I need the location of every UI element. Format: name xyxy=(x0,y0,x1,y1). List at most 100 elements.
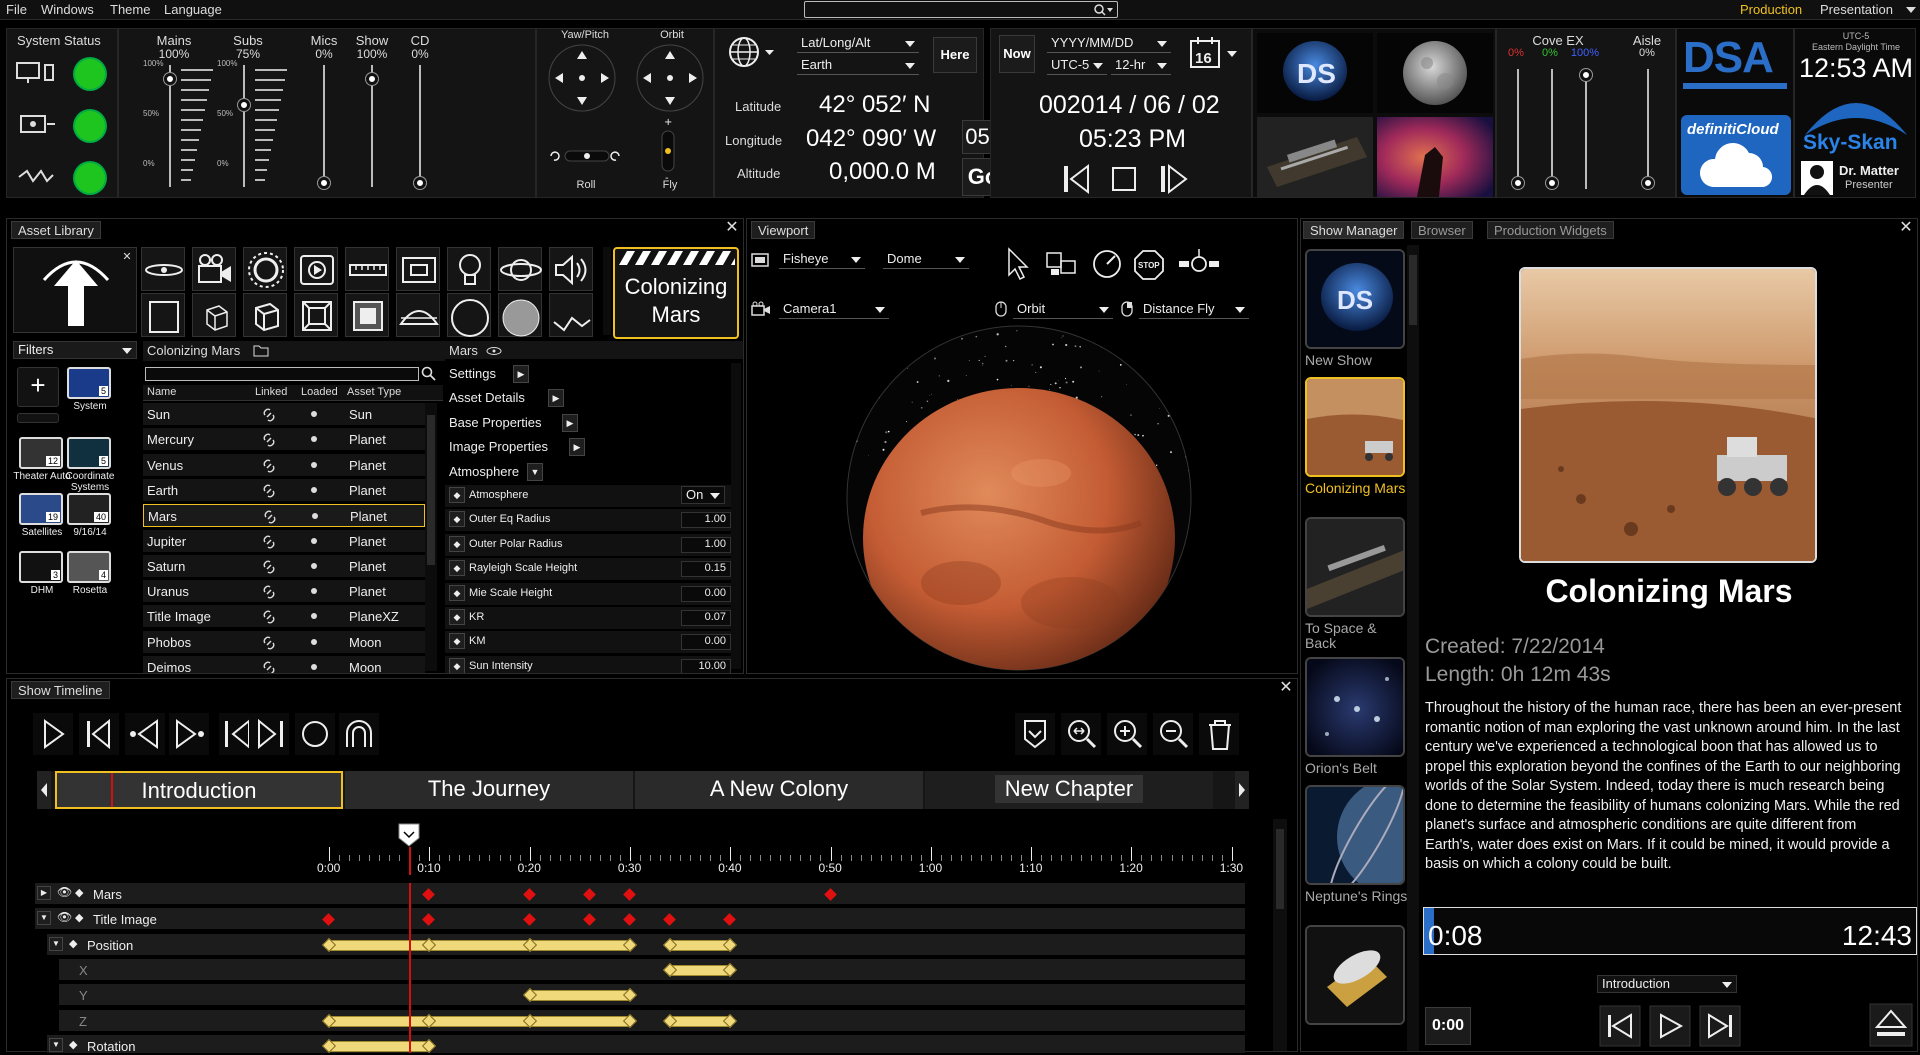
category-satellites[interactable]: 19 Satellites xyxy=(17,493,69,549)
key-segment[interactable] xyxy=(329,1040,430,1052)
nebula-tile[interactable] xyxy=(1377,117,1493,197)
now-button[interactable]: Now xyxy=(999,35,1035,73)
asset-row[interactable]: Phobos Moon xyxy=(143,630,425,654)
gauge-icon[interactable] xyxy=(1093,250,1121,278)
playhead-handle[interactable] xyxy=(398,823,420,847)
track-label-position[interactable]: ▼ ◆ Position xyxy=(47,933,325,956)
property-value[interactable]: 1.00 xyxy=(681,512,731,529)
iss-tile[interactable] xyxy=(1257,117,1373,197)
diamond-icon[interactable]: ◆ xyxy=(449,633,465,650)
show-name[interactable]: Neptune's Rings xyxy=(1305,889,1409,904)
property-value[interactable]: 10.00 xyxy=(681,658,731,673)
moon-tile[interactable] xyxy=(1377,33,1493,113)
chapter-prev-icon[interactable] xyxy=(37,771,51,809)
loop-icon[interactable] xyxy=(339,713,379,755)
diamond-icon[interactable]: ◆ xyxy=(449,535,465,552)
navigate-up-tile[interactable]: ✕ xyxy=(13,247,137,333)
cube-wire-icon[interactable] xyxy=(192,293,236,337)
column-loaded[interactable]: Loaded xyxy=(301,386,338,398)
coordinate-mode-dropdown[interactable]: Lat/Long/Alt xyxy=(797,35,919,53)
timeline-scrollbar[interactable] xyxy=(1273,819,1287,1051)
show-thumbnail-new-show[interactable]: DS xyxy=(1305,249,1405,349)
dome-icon[interactable] xyxy=(396,293,440,337)
date-format-dropdown[interactable]: YYYY/MM/DD xyxy=(1047,35,1171,53)
screen-frame-icon[interactable] xyxy=(396,247,440,291)
here-button[interactable]: Here xyxy=(933,37,977,73)
diamond-icon[interactable]: ◆ xyxy=(69,1038,77,1051)
sphere-icon[interactable] xyxy=(498,293,542,337)
show-thumbnail-to-space-back[interactable] xyxy=(1305,517,1405,617)
sun-icon[interactable] xyxy=(243,247,287,291)
collapse-icon[interactable]: ▼ xyxy=(49,1037,63,1052)
rewind-start-icon[interactable] xyxy=(79,713,119,755)
next-key-icon[interactable] xyxy=(169,713,209,755)
search-icon[interactable] xyxy=(421,366,437,382)
category-coordinate-systems[interactable]: 5 Coordinate Systems xyxy=(65,437,117,493)
show-progress[interactable]: 0:08 12:43 xyxy=(1423,907,1917,955)
body-dropdown[interactable]: Earth xyxy=(797,57,919,75)
menu-windows[interactable]: Windows xyxy=(41,2,94,17)
date-value[interactable]: 002014 / 06 / 02 xyxy=(1039,91,1220,120)
key-segment[interactable] xyxy=(329,939,430,951)
satellite-icon[interactable] xyxy=(1179,249,1219,272)
key-segment[interactable] xyxy=(429,1015,530,1027)
expand-icon[interactable]: ▶ xyxy=(37,886,51,900)
close-icon[interactable]: ✕ xyxy=(1899,220,1913,236)
featured-show-tile[interactable]: Colonizing Mars xyxy=(613,247,739,339)
next-icon[interactable] xyxy=(1699,1005,1741,1047)
blank-tile[interactable] xyxy=(17,413,59,423)
chapter-a-new-colony[interactable]: A New Colony xyxy=(635,771,923,809)
chapter-introduction[interactable]: Introduction xyxy=(55,771,343,809)
asset-row[interactable]: Mercury Planet xyxy=(143,428,425,452)
hour-format-dropdown[interactable]: 12-hr xyxy=(1111,57,1171,75)
step-back-icon[interactable] xyxy=(1064,163,1089,195)
add-category-button[interactable]: + xyxy=(17,367,59,407)
menu-production[interactable]: Production xyxy=(1740,2,1802,17)
zoom-fit-icon[interactable] xyxy=(1061,713,1101,755)
prev-key-icon[interactable] xyxy=(125,713,165,755)
latitude-value[interactable]: 42° 052′ N xyxy=(819,91,931,119)
column-asset-type[interactable]: Asset Type xyxy=(347,386,401,398)
key-segment[interactable] xyxy=(670,1015,731,1027)
asset-row[interactable]: Saturn Planet xyxy=(143,554,425,578)
diamond-icon[interactable]: ◆ xyxy=(449,657,465,673)
column-linked[interactable]: Linked xyxy=(255,386,287,398)
key-segment[interactable] xyxy=(529,1015,630,1027)
box-solid-icon[interactable] xyxy=(345,293,389,337)
pointer-icon[interactable] xyxy=(1008,247,1029,281)
globe-icon[interactable] xyxy=(727,35,777,69)
chapter-new-chapter[interactable]: New Chapter xyxy=(925,771,1213,809)
eye-icon[interactable]: 👁 xyxy=(57,910,72,924)
orbit-path-icon[interactable] xyxy=(141,247,185,291)
diamond-icon[interactable]: ◆ xyxy=(449,584,465,601)
zoom-out-icon[interactable] xyxy=(1153,713,1193,755)
graph-icon[interactable] xyxy=(549,293,593,337)
mixer-slider-show[interactable] xyxy=(366,72,378,85)
diamond-icon[interactable]: ◆ xyxy=(75,911,83,924)
search-input[interactable] xyxy=(804,1,1118,18)
show-name[interactable]: New Show xyxy=(1305,353,1409,368)
show-name[interactable]: To Space & Back xyxy=(1305,621,1409,651)
tab-production-widgets[interactable]: Production Widgets xyxy=(1487,221,1614,239)
step-forward-icon[interactable] xyxy=(249,713,289,755)
eject-icon[interactable] xyxy=(1869,1003,1913,1047)
stop-icon[interactable] xyxy=(1112,167,1136,191)
ds-tile[interactable]: DS xyxy=(1257,33,1373,113)
track-label-rotation[interactable]: ▼ ◆ Rotation xyxy=(47,1034,325,1053)
altitude-value[interactable]: 0,000.0 M xyxy=(829,158,936,186)
eye-icon[interactable]: 👁 xyxy=(57,885,72,899)
category-dhm[interactable]: 3 DHM xyxy=(17,551,69,607)
collapse-icon[interactable]: ▼ xyxy=(49,936,63,951)
track-label-mars[interactable]: ▶ 👁 ◆ Mars xyxy=(35,883,325,905)
category-9-16-14[interactable]: 40 9/16/14 xyxy=(65,493,117,549)
zoom-in-icon[interactable] xyxy=(1107,713,1147,755)
longitude-value[interactable]: 042° 090′ W xyxy=(806,125,936,153)
fly-slider[interactable]: +- xyxy=(655,117,681,183)
diamond-icon[interactable]: ◆ xyxy=(75,886,83,899)
fly-mode-dropdown[interactable]: Distance Fly xyxy=(1139,301,1249,319)
track-label-z[interactable]: Z xyxy=(59,1009,325,1032)
property-value[interactable]: 1.00 xyxy=(681,536,731,553)
properties-scrollbar[interactable] xyxy=(731,363,741,669)
media-player-icon[interactable] xyxy=(294,247,338,291)
counter-display[interactable]: 0:00 xyxy=(1425,1007,1471,1045)
